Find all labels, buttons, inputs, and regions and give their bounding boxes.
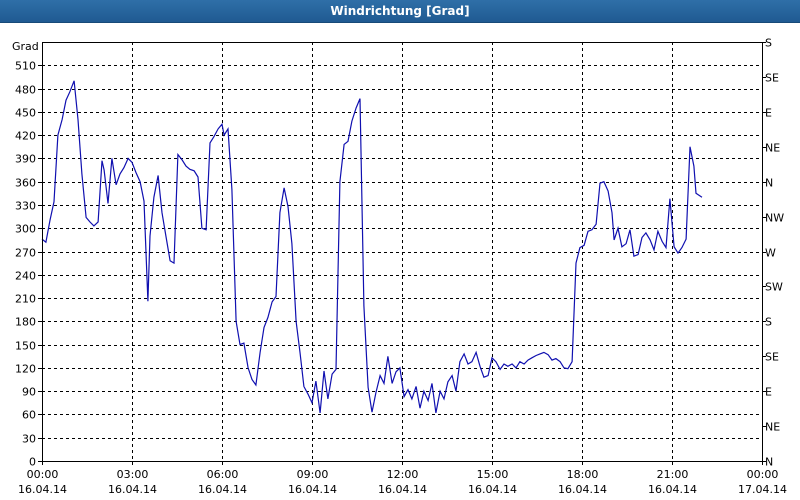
compass-tick-label: E xyxy=(765,386,772,399)
y-tick-label: 390 xyxy=(15,153,36,166)
compass-axis-ticks: N NE E SE S SW W NW N NE E SE S xyxy=(762,37,784,469)
compass-tick-label: NE xyxy=(765,142,780,155)
y-tick-label: 420 xyxy=(15,130,36,143)
compass-tick-label: E xyxy=(765,107,772,120)
y-axis-ticks: 0 30 60 90 120 150 180 210 240 270 300 330 360 390 420… xyxy=(15,60,42,469)
y-axis-label: Grad xyxy=(12,40,39,53)
wind-direction-series-line xyxy=(41,80,703,414)
y-tick-label: 270 xyxy=(15,247,36,260)
compass-tick-label: S xyxy=(765,37,772,50)
x-tick-time-label: 00:00 xyxy=(27,468,59,481)
y-tick-label: 240 xyxy=(15,270,36,283)
compass-tick-label: N xyxy=(765,456,773,469)
x-tick-date-label: 16.04.14 xyxy=(558,483,607,496)
y-tick-label: 330 xyxy=(15,200,36,213)
compass-tick-label: NW xyxy=(765,212,784,225)
x-tick-date-label: 16.04.14 xyxy=(378,483,427,496)
y-tick-label: 120 xyxy=(15,363,36,376)
wind-direction-chart: 0 30 60 90 120 150 180 210 240 270 300 330 360 390 420… xyxy=(12,37,787,497)
chart-title: Windrichtung [Grad] xyxy=(330,4,470,18)
y-tick-label: 0 xyxy=(29,456,36,469)
x-tick-date-label: 16.04.14 xyxy=(108,483,157,496)
y-tick-label: 360 xyxy=(15,177,36,190)
y-tick-label: 60 xyxy=(22,409,36,422)
x-tick-time-label: 00:00 xyxy=(747,468,779,481)
compass-tick-label: SW xyxy=(765,281,783,294)
compass-tick-label: S xyxy=(765,316,772,329)
x-tick-time-label: 06:00 xyxy=(207,468,239,481)
y-tick-label: 90 xyxy=(22,386,36,399)
x-tick-date-label: 16.04.14 xyxy=(198,483,247,496)
y-tick-label: 450 xyxy=(15,107,36,120)
x-tick-date-label: 16.04.14 xyxy=(468,483,517,496)
x-tick-time-label: 09:00 xyxy=(297,468,329,481)
y-tick-label: 150 xyxy=(15,340,36,353)
y-tick-label: 480 xyxy=(15,84,36,97)
y-tick-label: 510 xyxy=(15,60,36,73)
compass-tick-label: SE xyxy=(765,72,779,85)
x-tick-time-label: 03:00 xyxy=(117,468,149,481)
x-tick-date-label: 17.04.14 xyxy=(738,483,787,496)
compass-tick-label: W xyxy=(765,247,776,260)
compass-tick-label: N xyxy=(765,177,773,190)
x-tick-time-label: 18:00 xyxy=(567,468,599,481)
y-tick-label: 30 xyxy=(22,433,36,446)
y-tick-label: 210 xyxy=(15,293,36,306)
x-tick-time-label: 21:00 xyxy=(657,468,689,481)
x-tick-date-label: 16.04.14 xyxy=(288,483,337,496)
x-tick-date-label: 16.04.14 xyxy=(648,483,697,496)
compass-tick-label: SE xyxy=(765,351,779,364)
chart-title-bar: Windrichtung [Grad] xyxy=(0,0,800,23)
x-tick-time-label: 15:00 xyxy=(477,468,509,481)
y-tick-label: 180 xyxy=(15,316,36,329)
compass-tick-label: NE xyxy=(765,421,780,434)
x-axis-ticks: 00:00 16.04.14 03:00 16.04.14 06:00 16.04.14 0… xyxy=(18,461,787,496)
y-tick-label: 300 xyxy=(15,223,36,236)
x-tick-time-label: 12:00 xyxy=(387,468,419,481)
x-tick-date-label: 16.04.14 xyxy=(18,483,67,496)
